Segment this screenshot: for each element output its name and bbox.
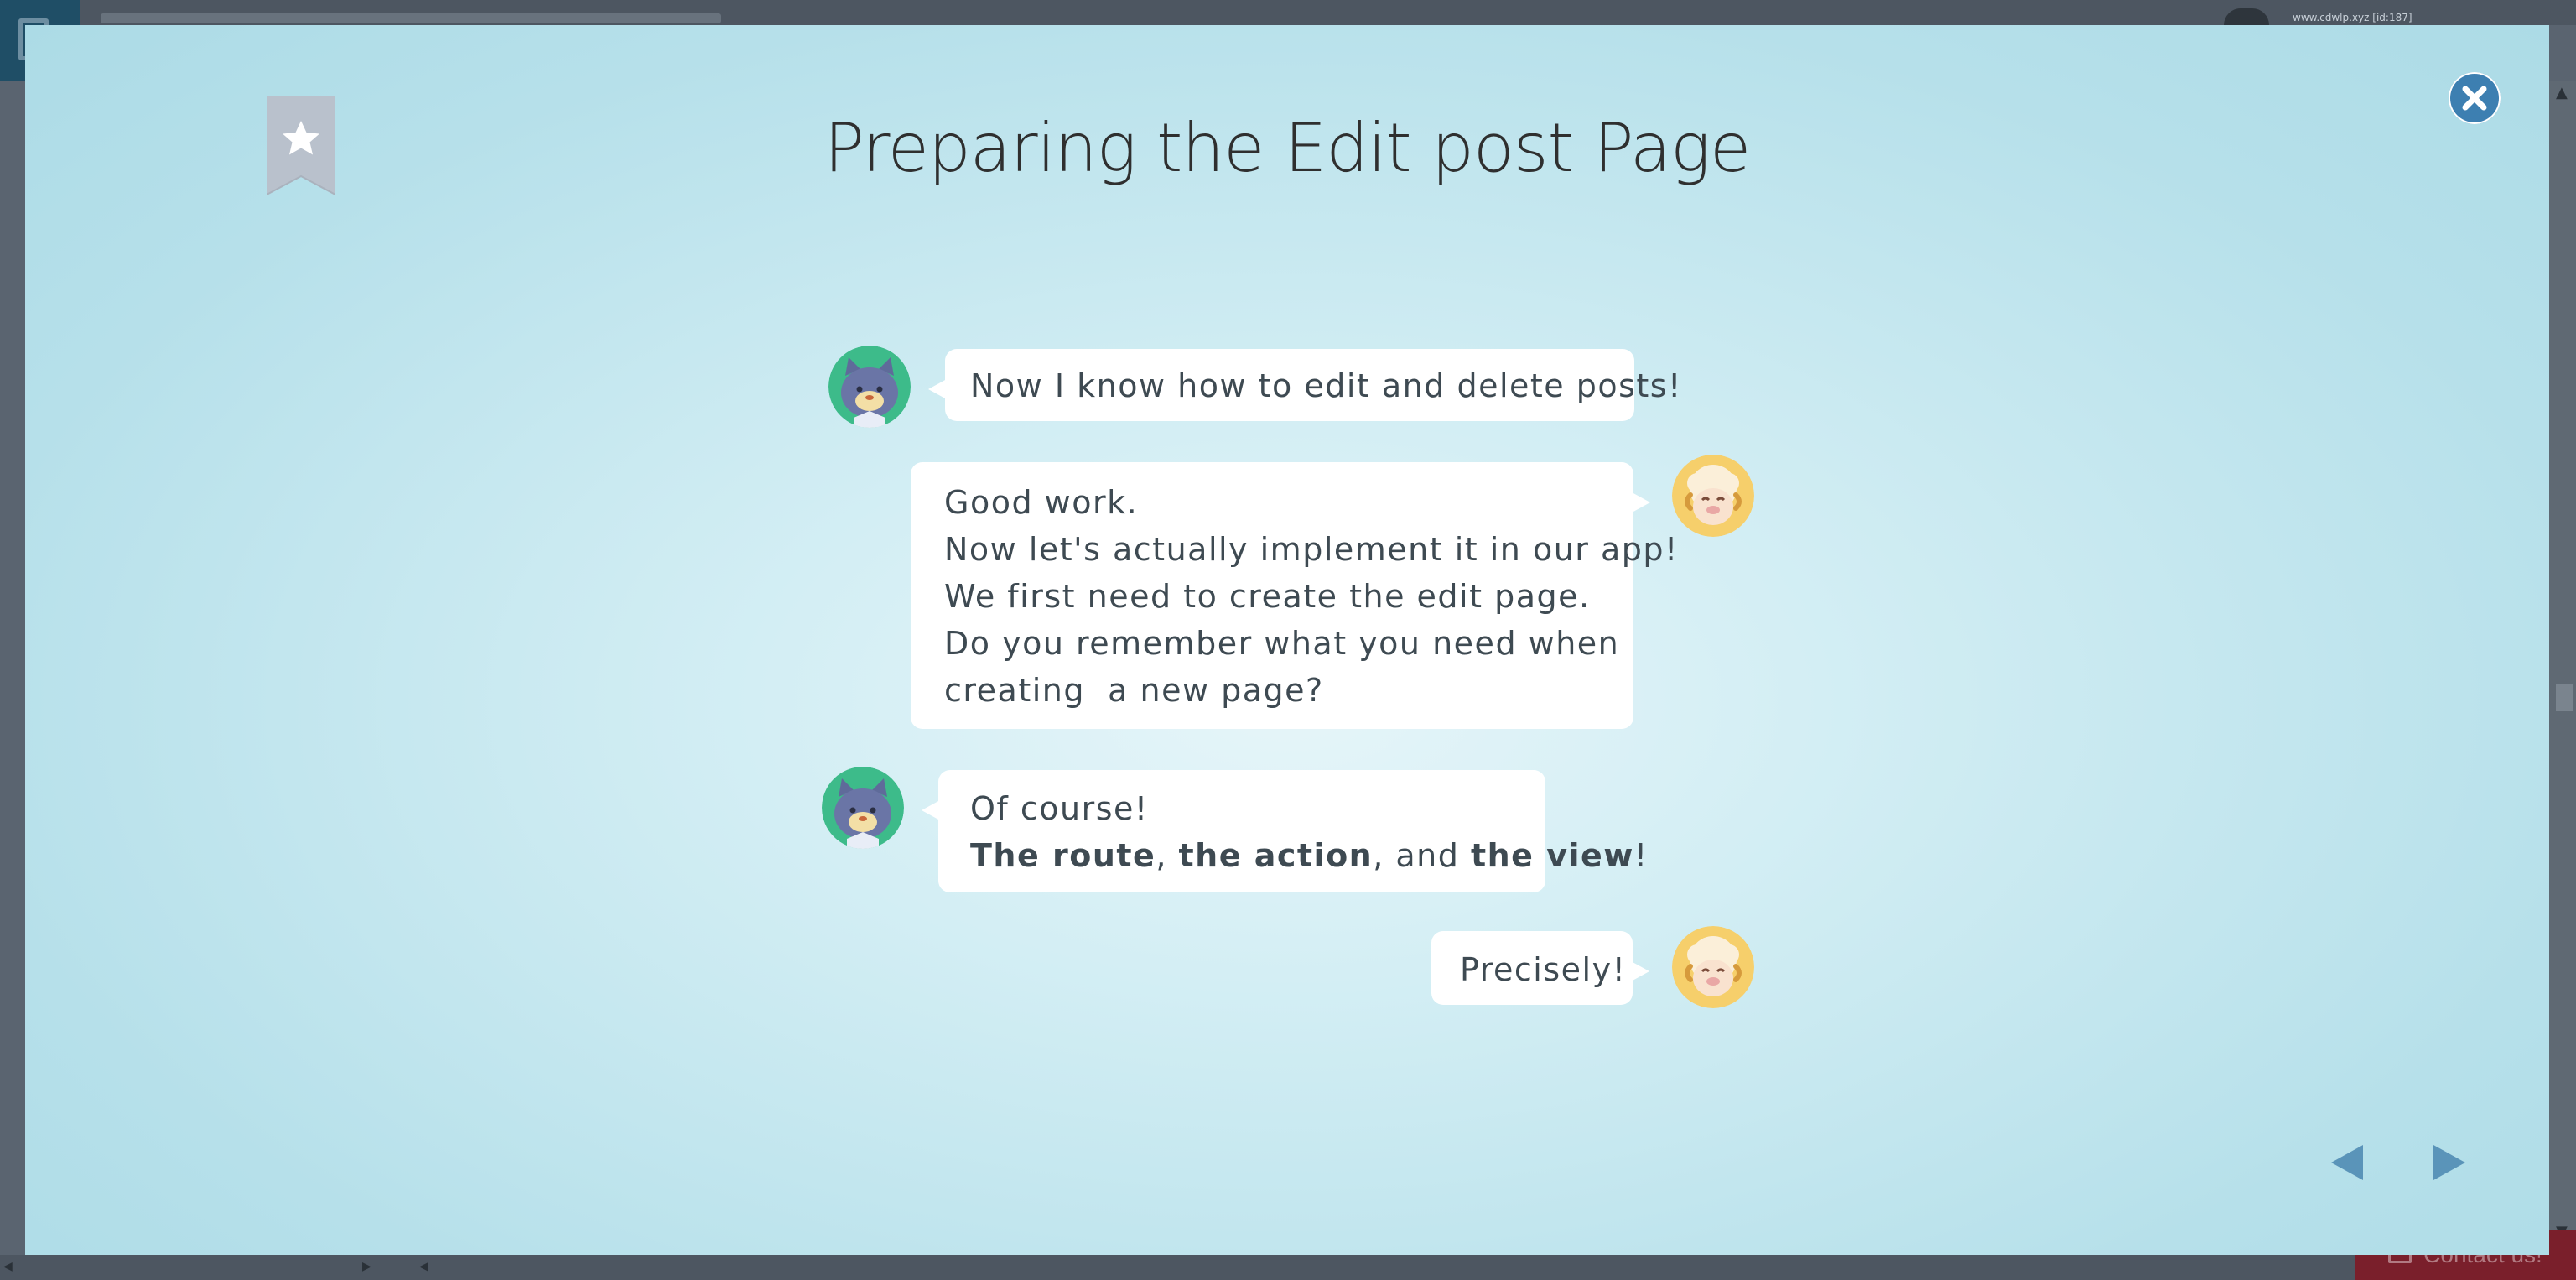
sheep-avatar xyxy=(1672,455,1754,537)
close-icon xyxy=(2462,86,2487,111)
message-text: creating a new page? xyxy=(944,672,1324,709)
lesson-modal: Preparing the Edit post Page Now I know … xyxy=(25,25,2549,1255)
emphasis-action: the action xyxy=(1178,837,1374,874)
triangle-left-icon xyxy=(2331,1145,2363,1180)
cat-avatar xyxy=(822,767,904,849)
chat-bubble-cat: Now I know how to edit and delete posts! xyxy=(928,349,1682,421)
scroll-up-arrow-icon[interactable]: ▲ xyxy=(2556,84,2568,101)
chat-bubble-cat: Of course! The route, the action, and th… xyxy=(922,770,1649,892)
triangle-right-icon xyxy=(2433,1145,2465,1180)
message-text: Now I know how to edit and delete posts! xyxy=(970,367,1682,404)
message-text: We first need to create the edit page. xyxy=(944,578,1591,615)
cat-avatar xyxy=(828,346,911,428)
previous-slide-button[interactable] xyxy=(2326,1142,2368,1184)
message-text: Of course! xyxy=(970,790,1149,827)
message-text: Precisely! xyxy=(1460,951,1627,988)
scroll-left-arrow-icon[interactable]: ◀ xyxy=(3,1260,13,1273)
background-search-bar xyxy=(101,13,721,23)
next-slide-button[interactable] xyxy=(2428,1142,2470,1184)
user-label: www.cdwlp.xyz [id:187] xyxy=(2293,12,2412,23)
message-text: The route, the action, and the view! xyxy=(970,837,1649,874)
emphasis-view: the view xyxy=(1470,837,1634,874)
chat-bubble-sheep: Precisely! xyxy=(1431,931,1649,1005)
message-text: Now let's actually implement it in our a… xyxy=(944,531,1679,568)
emphasis-route: The route xyxy=(970,837,1156,874)
scroll-right-arrow-icon[interactable]: ▶ xyxy=(362,1260,371,1273)
sheep-avatar xyxy=(1672,926,1754,1008)
chat-bubble-sheep: Good work. Now let's actually implement … xyxy=(911,462,1679,729)
message-text: Do you remember what you need when xyxy=(944,625,1620,662)
vertical-scrollbar-thumb[interactable] xyxy=(2556,684,2573,711)
vertical-scrollbar[interactable] xyxy=(2549,81,2576,1238)
horizontal-scrollbar[interactable] xyxy=(0,1255,2576,1280)
scroll-left-arrow-icon[interactable]: ◀ xyxy=(419,1260,428,1273)
message-text: Good work. xyxy=(944,484,1139,521)
user-avatar xyxy=(2224,8,2269,25)
page-title: Preparing the Edit post Page xyxy=(823,109,1751,187)
